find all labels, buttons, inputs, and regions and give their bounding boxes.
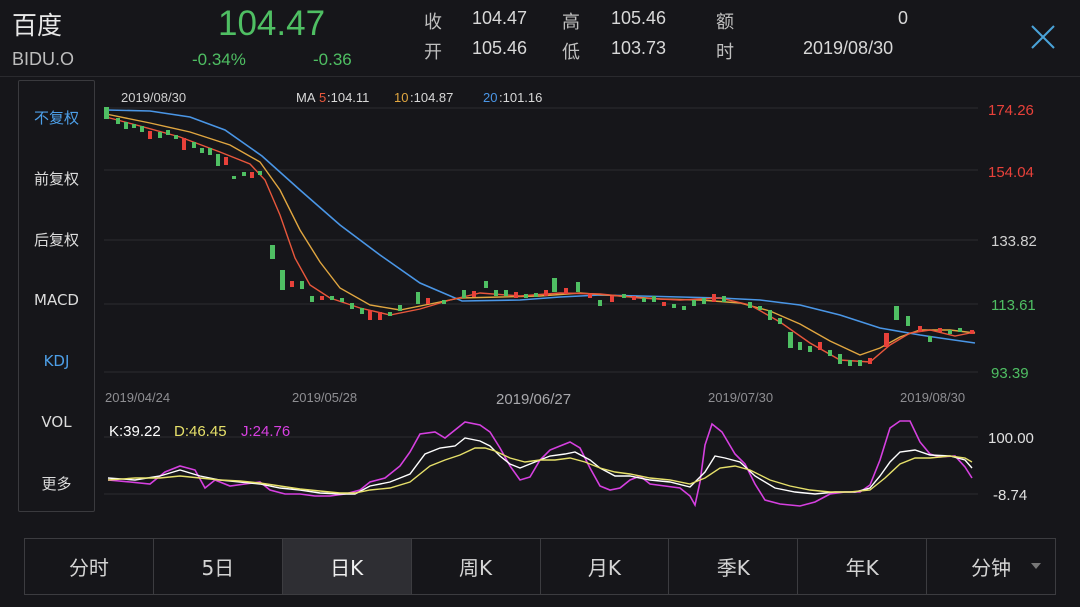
ma-label-prefix: MA <box>296 90 316 105</box>
kdj-k-label: K:39.22 <box>109 423 161 440</box>
ma5-num: 5 <box>319 90 326 105</box>
kdj-y-tick-bottom: -8.74 <box>993 487 1027 504</box>
kdj-j-line <box>108 421 972 506</box>
kline-chart[interactable]: 2019/08/30 MA 5 :104.11 10 :104.87 20 :1… <box>0 0 1080 530</box>
tab-5day[interactable]: 5日 <box>154 539 283 594</box>
ma10-line <box>106 114 975 355</box>
y-tick-113: 113.61 <box>991 297 1036 314</box>
tab-daily-k[interactable]: 日K <box>283 539 412 594</box>
tab-yearly-k[interactable]: 年K <box>798 539 927 594</box>
tab-quarterly-k[interactable]: 季K <box>669 539 798 594</box>
tab-monthly-k[interactable]: 月K <box>541 539 670 594</box>
kline-date-label: 2019/08/30 <box>121 90 186 105</box>
kdj-y-tick-top: 100.00 <box>988 430 1034 447</box>
tab-minute-label: 分钟 <box>971 552 1011 581</box>
y-tick-133: 133.82 <box>991 233 1037 250</box>
x-tick-0830: 2019/08/30 <box>900 390 965 405</box>
y-tick-154: 154.04 <box>988 164 1034 181</box>
y-tick-174: 174.26 <box>988 102 1034 119</box>
kdj-d-label: D:46.45 <box>174 423 227 440</box>
kdj-j-label: J:24.76 <box>241 423 290 440</box>
candlesticks <box>104 107 974 366</box>
tab-intraday[interactable]: 分时 <box>25 539 154 594</box>
x-tick-0528: 2019/05/28 <box>292 390 357 405</box>
tab-minute[interactable]: 分钟 <box>927 539 1055 594</box>
chevron-down-icon <box>1031 563 1041 569</box>
ma20-value: :101.16 <box>499 90 542 105</box>
kdj-d-line <box>108 448 972 493</box>
ma10-value: :104.87 <box>410 90 453 105</box>
ma5-value: :104.11 <box>327 90 369 105</box>
x-tick-0424: 2019/04/24 <box>105 390 170 405</box>
ma20-num: 20 <box>483 90 497 105</box>
y-tick-93: 93.39 <box>991 365 1029 382</box>
x-tick-0730: 2019/07/30 <box>708 390 773 405</box>
ma20-line <box>106 110 975 343</box>
x-tick-0627: 2019/06/27 <box>496 391 571 408</box>
kline-grid <box>104 108 978 494</box>
period-tabs: 分时 5日 日K 周K 月K 季K 年K 分钟 <box>24 538 1056 595</box>
tab-weekly-k[interactable]: 周K <box>412 539 541 594</box>
ma10-num: 10 <box>394 90 408 105</box>
